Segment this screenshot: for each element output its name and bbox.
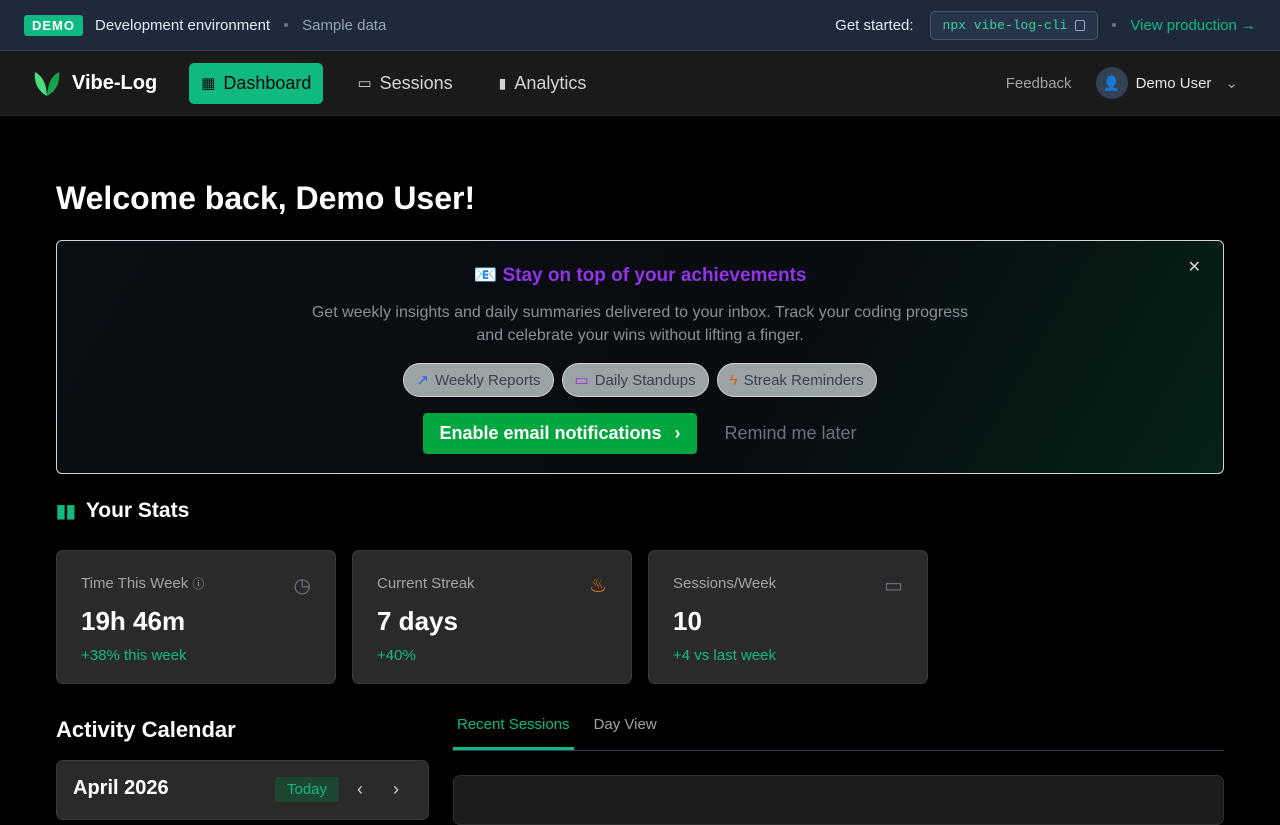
user-menu[interactable]: 👤 Demo User ⌄: [1095, 67, 1238, 99]
clock-icon: ◷: [293, 575, 311, 597]
calendar-icon: ▭: [357, 75, 372, 92]
next-month-icon[interactable]: ›: [393, 779, 399, 800]
session-tabs: Recent Sessions Day View: [453, 702, 1224, 751]
activity-calendar-title: Activity Calendar: [56, 717, 236, 742]
stat-card-time: Time This Week ⓘ 19h 46m +38% this week …: [56, 550, 336, 684]
cli-command: npx vibe-log-cli: [942, 17, 1068, 33]
stat-value: 19h 46m: [81, 606, 186, 636]
today-button[interactable]: Today: [275, 777, 340, 802]
promo-title: Stay on top of your achievements: [502, 265, 807, 286]
chevron-right-icon: ›: [674, 423, 681, 443]
chip-weekly-reports: ↗ Weekly Reports: [403, 363, 554, 397]
calendar-icon: ▭: [884, 575, 903, 597]
stat-card-streak: Current Streak 7 days +40% ♨: [352, 550, 632, 684]
close-icon[interactable]: ✕: [1188, 257, 1201, 277]
stats-heading: ▮▮ Your Stats: [56, 499, 189, 523]
promo-description: Get weekly insights and daily summaries …: [311, 304, 969, 344]
nav-analytics[interactable]: ▮ Analytics: [487, 63, 599, 104]
user-avatar-icon: 👤: [1095, 67, 1128, 99]
nav-dashboard[interactable]: ▦ Dashboard: [189, 62, 324, 104]
stats-title: Your Stats: [85, 499, 190, 522]
nav-label: Dashboard: [223, 72, 312, 93]
recent-sessions-panel: [453, 775, 1224, 825]
sample-data-label: Sample data: [302, 16, 387, 34]
stat-label: Sessions/Week: [673, 575, 777, 592]
nav-sessions[interactable]: ▭ Sessions: [345, 63, 464, 104]
bar-chart-icon: ▮: [498, 74, 507, 91]
separator-dot: [284, 23, 289, 27]
brand[interactable]: Vibe-Log: [32, 68, 157, 98]
stat-value: 10: [673, 606, 702, 636]
stat-change: +38% this week: [81, 647, 187, 664]
chip-streak-reminders: ϟ Streak Reminders: [716, 363, 877, 397]
page-title: Welcome back, Demo User!: [56, 180, 476, 216]
view-production-link[interactable]: View production →: [1130, 17, 1256, 34]
calendar-month: April 2026: [73, 777, 169, 799]
email-promo-card: ✕ 📧 Stay on top of your achievements Get…: [56, 240, 1224, 474]
leaf-logo-icon: [34, 72, 60, 96]
get-started-label: Get started:: [835, 16, 914, 34]
stat-card-sessions: Sessions/Week 10 +4 vs last week ▭: [648, 550, 928, 684]
cli-copy-button[interactable]: npx vibe-log-cli: [929, 10, 1099, 40]
lightning-icon: ϟ: [729, 371, 738, 389]
stat-label: Current Streak: [377, 575, 475, 592]
prev-month-icon[interactable]: ‹: [357, 779, 363, 800]
activity-calendar: April 2026 Today ‹ ›: [56, 760, 429, 820]
stat-value: 7 days: [377, 606, 458, 636]
grid-icon: ▦: [201, 75, 216, 92]
stat-change: +4 vs last week: [673, 647, 776, 664]
main-nav: Vibe-Log ▦ Dashboard ▭ Sessions ▮ Analytics…: [0, 51, 1280, 116]
tab-day-view[interactable]: Day View: [590, 702, 661, 750]
chip-label: Weekly Reports: [434, 371, 541, 389]
flame-icon: ♨: [589, 575, 607, 597]
bar-chart-icon: ▮▮: [56, 500, 76, 521]
chip-label: Daily Standups: [594, 371, 696, 389]
calendar-icon: ▭: [574, 372, 589, 389]
email-icon: 📧: [473, 265, 498, 286]
button-label: Enable email notifications: [439, 423, 662, 443]
chip-daily-standups: ▭ Daily Standups: [561, 363, 709, 397]
chevron-down-icon: ⌄: [1225, 75, 1238, 92]
feedback-link[interactable]: Feedback: [1006, 75, 1072, 92]
separator-dot: [1112, 23, 1117, 27]
stat-label: Time This Week: [81, 575, 189, 592]
enable-email-button[interactable]: Enable email notifications ›: [423, 413, 697, 454]
info-icon[interactable]: ⓘ: [192, 577, 204, 591]
demo-badge: DEMO: [24, 14, 83, 36]
copy-icon: [1075, 19, 1086, 31]
stat-change: +40%: [377, 647, 416, 664]
env-label: Development environment: [95, 16, 271, 34]
demo-banner: DEMO Development environment Sample data…: [0, 0, 1280, 51]
nav-label: Sessions: [379, 72, 453, 93]
tab-recent-sessions[interactable]: Recent Sessions: [453, 702, 574, 750]
remind-later-button[interactable]: Remind me later: [725, 423, 857, 444]
chip-label: Streak Reminders: [743, 371, 864, 389]
nav-label: Analytics: [514, 72, 587, 93]
brand-name: Vibe-Log: [72, 71, 158, 94]
trending-up-icon: ↗: [416, 372, 429, 389]
user-name: Demo User: [1135, 74, 1212, 92]
